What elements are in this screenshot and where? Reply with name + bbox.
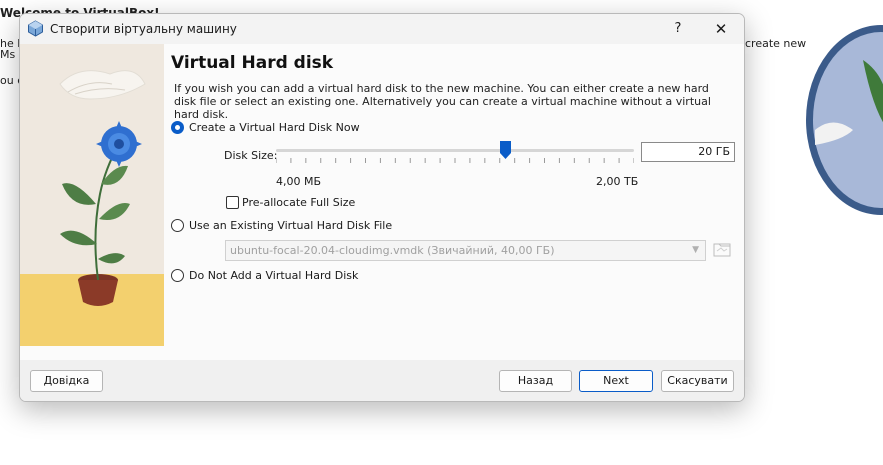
use-existing-label[interactable]: Use an Existing Virtual Hard Disk File — [189, 219, 392, 232]
disk-size-slider-ticks — [276, 158, 634, 163]
existing-disk-combobox[interactable]: ubuntu-focal-20.04-cloudimg.vmdk (Звичай… — [225, 240, 706, 261]
create-disk-radio[interactable] — [171, 121, 184, 134]
disk-size-label: Disk Size: — [224, 149, 278, 162]
back-button[interactable]: Назад — [499, 370, 572, 392]
background-text-right: create new — [745, 37, 807, 50]
virtualbox-icon — [28, 20, 43, 37]
next-button[interactable]: Next — [579, 370, 653, 392]
dialog-title: Створити віртуальну машину — [50, 22, 237, 36]
disk-size-slider-thumb[interactable] — [499, 141, 511, 159]
disk-size-max-label: 2,00 ТБ — [596, 175, 639, 188]
existing-disk-value: ubuntu-focal-20.04-cloudimg.vmdk (Звичай… — [230, 244, 555, 257]
help-button[interactable]: Довідка — [30, 370, 103, 392]
cancel-button[interactable]: Скасувати — [661, 370, 734, 392]
disk-size-value: 20 ГБ — [698, 145, 730, 158]
do-not-add-label[interactable]: Do Not Add a Virtual Hard Disk — [189, 269, 358, 282]
disk-size-min-label: 4,00 МБ — [276, 175, 322, 188]
do-not-add-radio[interactable] — [171, 269, 184, 282]
use-existing-radio[interactable] — [171, 219, 184, 232]
page-description: If you wish you can add a virtual hard d… — [174, 82, 711, 121]
chevron-down-icon: ▼ — [692, 245, 699, 255]
plant-illustration — [20, 44, 164, 346]
disk-size-slider-track[interactable] — [276, 149, 634, 152]
page-heading: Virtual Hard disk — [171, 53, 334, 73]
help-title-button[interactable]: ? — [668, 18, 688, 40]
background-illustration — [806, 25, 883, 215]
preallocate-checkbox[interactable] — [226, 196, 239, 209]
create-vm-dialog: Створити віртуальну машину ? ✕ Virtual H… — [19, 13, 745, 402]
close-button[interactable]: ✕ — [710, 18, 732, 40]
title-bar: Створити віртуальну машину ? ✕ — [20, 14, 744, 44]
folder-open-icon[interactable] — [712, 240, 732, 259]
preallocate-label[interactable]: Pre-allocate Full Size — [242, 196, 355, 209]
disk-size-input[interactable]: 20 ГБ — [641, 142, 735, 162]
create-disk-label[interactable]: Create a Virtual Hard Disk Now — [189, 121, 360, 134]
